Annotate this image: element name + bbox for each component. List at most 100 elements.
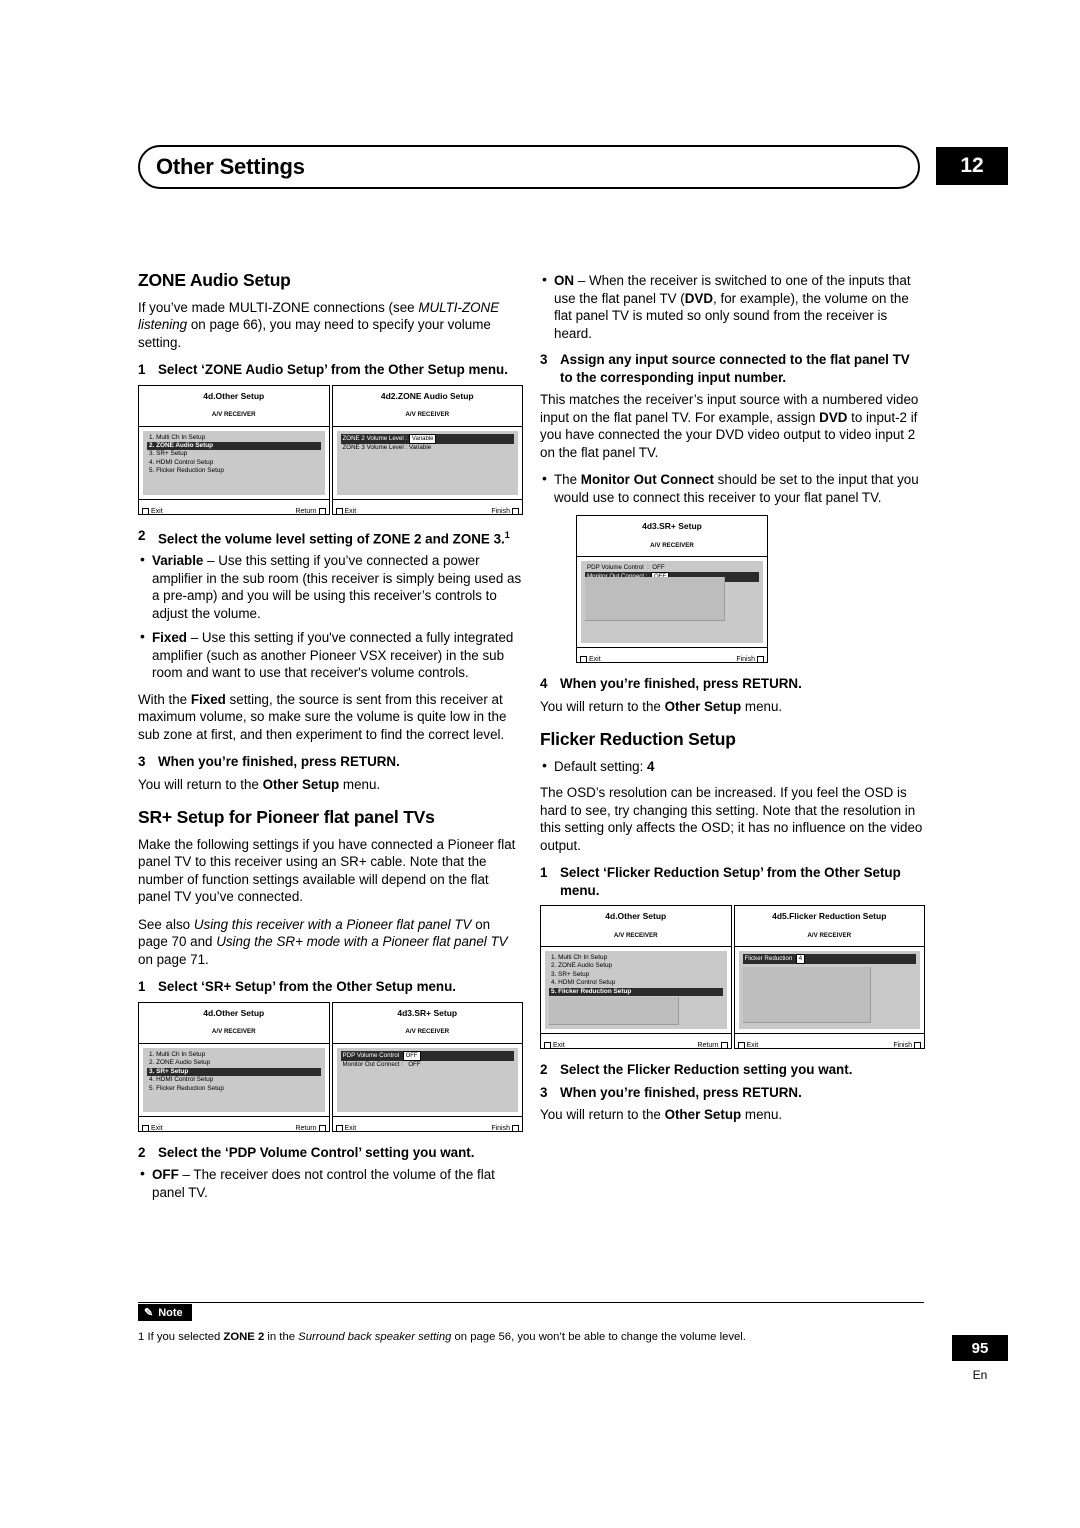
osd-menu-item-1[interactable]: 2. ZONE Audio Setup [549,962,723,970]
osd-menu-item-1[interactable]: 2. ZONE Audio Setup [147,441,321,451]
osd-body: 1. Multi Ch In Setup 2. ZONE Audio Setup… [143,1047,325,1112]
zone-intro-text-2: on page 66), you may need to specify you… [138,317,491,350]
osd-exit[interactable]: Exit [335,1120,356,1138]
step-zone-3-text: When you’re finished, press RETURN. [158,754,400,770]
osd-flicker-row[interactable]: Flicker Reduction 4 [742,954,916,965]
bullet-variable: Variable – Use this setting if you’ve co… [138,551,523,622]
osd-exit[interactable]: Exit [737,1037,758,1055]
step-flicker-3-followup: You will return to the Other Setup menu. [540,1107,783,1122]
osd-subtitle: A/V RECEIVER [332,1023,522,1044]
zone-volume-options-list: Variable – Use this setting if you’ve co… [138,551,523,682]
bullet-off: OFF – The receiver does not control the … [138,1165,523,1201]
footnote-marker: 1 [504,529,510,540]
step-srplus-2-text: Select the ‘PDP Volume Control’ setting … [158,1144,475,1160]
osd-exit[interactable]: Exit [142,503,163,521]
step-zone-3-number: 3 [138,754,146,770]
step-flicker-1: 1 Select ‘Flicker Reduction Setup’ from … [540,864,925,899]
key-icon [544,1042,551,1050]
step-zone-2-text: Select the volume level setting of ZONE … [158,529,510,546]
footnote-text: 1 If you selected ZONE 2 in the Surround… [138,1331,746,1343]
key-icon [512,507,519,515]
osd-body: ZONE 2 Volume Level : Variable ZONE 3 Vo… [336,430,518,495]
step-zone-2: 2 Select the volume level setting of ZON… [138,527,523,548]
osd-exit[interactable]: Exit [580,651,601,669]
osd-title: 4d3.SR+ Setup [642,521,702,531]
osd-menu-item-3[interactable]: 4. HDMI Control Setup [147,459,321,467]
osd-menu-item-4[interactable]: 5. Flicker Reduction Setup [549,987,723,997]
osd-subtitle: A/V RECEIVER [139,406,329,427]
osd-exit[interactable]: Exit [544,1037,565,1055]
osd-menu-item-4[interactable]: 5. Flicker Reduction Setup [147,467,321,475]
key-icon [142,1125,149,1133]
osd-menu-item-0[interactable]: 1. Multi Ch In Setup [147,1051,321,1059]
page-number: 95 [952,1335,1008,1361]
osd-title: 4d2.ZONE Audio Setup [380,390,474,401]
osd-figure-flicker: 4d.Other Setup A/V RECEIVER 1. Multi Ch … [540,905,925,1050]
osd-srplus-setup-2: 4d3.SR+ Setup A/V RECEIVER PDP Volume Co… [576,515,768,664]
osd-body: PDP Volume Control OFF Monitor Out Conne… [336,1047,518,1112]
step-srplus-4: 4 When you’re finished, press RETURN. [540,675,925,693]
step-zone-3-followup: You will return to the Other Setup menu. [138,776,381,792]
osd-flicker-reduction-setup: 4d5.Flicker Reduction Setup A/V RECEIVER… [733,905,925,1050]
osd-menu-list: 1. Multi Ch In Setup 2. ZONE Audio Setup… [549,954,723,997]
heading-flicker-reduction: Flicker Reduction Setup [540,729,736,749]
osd-finish[interactable]: Finish [491,503,519,521]
bullet-default-setting: Default setting: 4 [540,757,925,776]
osd-footer: Exit Return [139,498,329,515]
osd-menu-item-0[interactable]: 1. Multi Ch In Setup [147,434,321,442]
osd-footer: Exit Finish [332,498,522,515]
osd-footer: Exit Finish [734,1033,924,1050]
step-srplus-1-number: 1 [138,979,146,995]
osd-flicker-value[interactable]: 4 [795,954,806,965]
flicker-default-list: Default setting: 4 [540,757,925,776]
osd-menu-item-2[interactable]: 3. SR+ Setup [147,1067,321,1077]
osd-return[interactable]: Return [295,1120,326,1138]
osd-return[interactable]: Return [697,1037,728,1055]
osd-menu-item-2[interactable]: 3. SR+ Setup [147,450,321,458]
chapter-number: 12 [936,147,1008,185]
osd-menu-item-4[interactable]: 5. Flicker Reduction Setup [147,1085,321,1093]
osd-inner-panel [742,967,871,1023]
osd-subtitle: A/V RECEIVER [139,1023,329,1044]
osd-zone3-volume-row[interactable]: ZONE 3 Volume Level : Variable [341,444,515,452]
osd-return[interactable]: Return [295,503,326,521]
osd-menu-item-0[interactable]: 1. Multi Ch In Setup [549,954,723,962]
osd-title: 4d3.SR+ Setup [397,1007,458,1018]
osd-subtitle: A/V RECEIVER [541,927,731,947]
heading-srplus-setup: SR+ Setup for Pioneer flat panel TVs [138,807,435,828]
osd-exit[interactable]: Exit [142,1120,163,1138]
osd-pdp-volume-value[interactable]: OFF [402,1050,421,1062]
osd-menu-item-3[interactable]: 4. HDMI Control Setup [147,1076,321,1084]
page-header: Other Settings 12 [138,145,1008,191]
osd-finish[interactable]: Finish [491,1120,519,1138]
bullet-monitor-out: The Monitor Out Connect should be set to… [540,470,925,506]
osd-menu-item-2[interactable]: 3. SR+ Setup [549,971,723,979]
osd-pdp-volume-row[interactable]: PDP Volume Control OFF [340,1050,514,1062]
key-icon [914,1042,921,1050]
osd-body: Flicker Reduction 4 [738,951,920,1029]
osd-title: 4d.Other Setup [203,390,265,401]
step-flicker-2-number: 2 [540,1062,548,1077]
monitor-out-note-list: The Monitor Out Connect should be set to… [540,470,925,506]
key-icon [512,1125,519,1133]
osd-finish[interactable]: Finish [736,651,764,669]
step-zone-2-number: 2 [138,527,146,543]
osd-menu-item-1[interactable]: 2. ZONE Audio Setup [147,1059,321,1067]
header-pill: Other Settings [138,145,920,189]
osd-zone2-volume-value[interactable]: Variable [408,433,437,444]
osd-zone-audio-setup: 4d2.ZONE Audio Setup A/V RECEIVER ZONE 2… [331,384,523,515]
osd-finish[interactable]: Finish [893,1037,921,1055]
osd-monitor-out-row[interactable]: Monitor Out Connect : OFF [341,1061,515,1069]
osd-exit[interactable]: Exit [335,503,356,521]
key-icon [720,1042,728,1050]
key-icon [757,656,764,664]
left-column: ZONE Audio Setup If you’ve made MULTI-ZO… [138,271,523,1210]
step-srplus-1-text: Select ‘SR+ Setup’ from the Other Setup … [158,979,456,995]
osd-menu-item-3[interactable]: 4. HDMI Control Setup [549,979,723,987]
osd-pdp-volume-value: OFF [652,564,665,571]
step-zone-3: 3 When you’re finished, press RETURN. [138,753,523,771]
osd-pdp-volume-row[interactable]: PDP Volume Control : OFF [585,564,759,572]
zone-intro-text-1: If you’ve made MULTI-ZONE connections (s… [138,299,419,315]
osd-menu-list: 1. Multi Ch In Setup 2. ZONE Audio Setup… [147,1051,321,1093]
osd-zone2-volume-row[interactable]: ZONE 2 Volume Level : Variable [340,433,514,444]
